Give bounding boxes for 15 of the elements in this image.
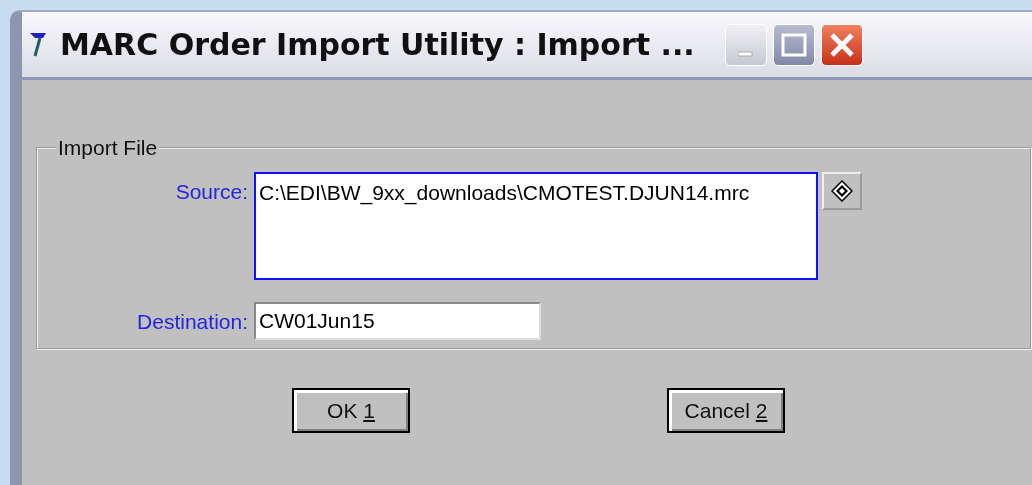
- minimize-icon: [737, 50, 754, 57]
- input-field[interactable]: C:\EDI\BW_9xx_downloads\CMOTEST.DJUN14.mrc: [254, 172, 818, 280]
- field-label: Destination:: [136, 309, 249, 334]
- window-title: MARC Order Import Utility : Import ...: [60, 27, 695, 62]
- diamond-icon: [831, 180, 853, 202]
- maximize-button[interactable]: [772, 23, 815, 66]
- dialog-button[interactable]: Cancel 2: [667, 388, 785, 433]
- close-icon: [827, 30, 856, 59]
- maximize-icon: [780, 32, 807, 57]
- close-button[interactable]: [820, 23, 863, 66]
- input-field[interactable]: CW01Jun15: [254, 302, 541, 340]
- browse-button[interactable]: [822, 172, 862, 210]
- dialog-button[interactable]: OK 1: [292, 388, 410, 433]
- group-title: Import File: [57, 136, 159, 160]
- field-label: Source:: [174, 179, 249, 204]
